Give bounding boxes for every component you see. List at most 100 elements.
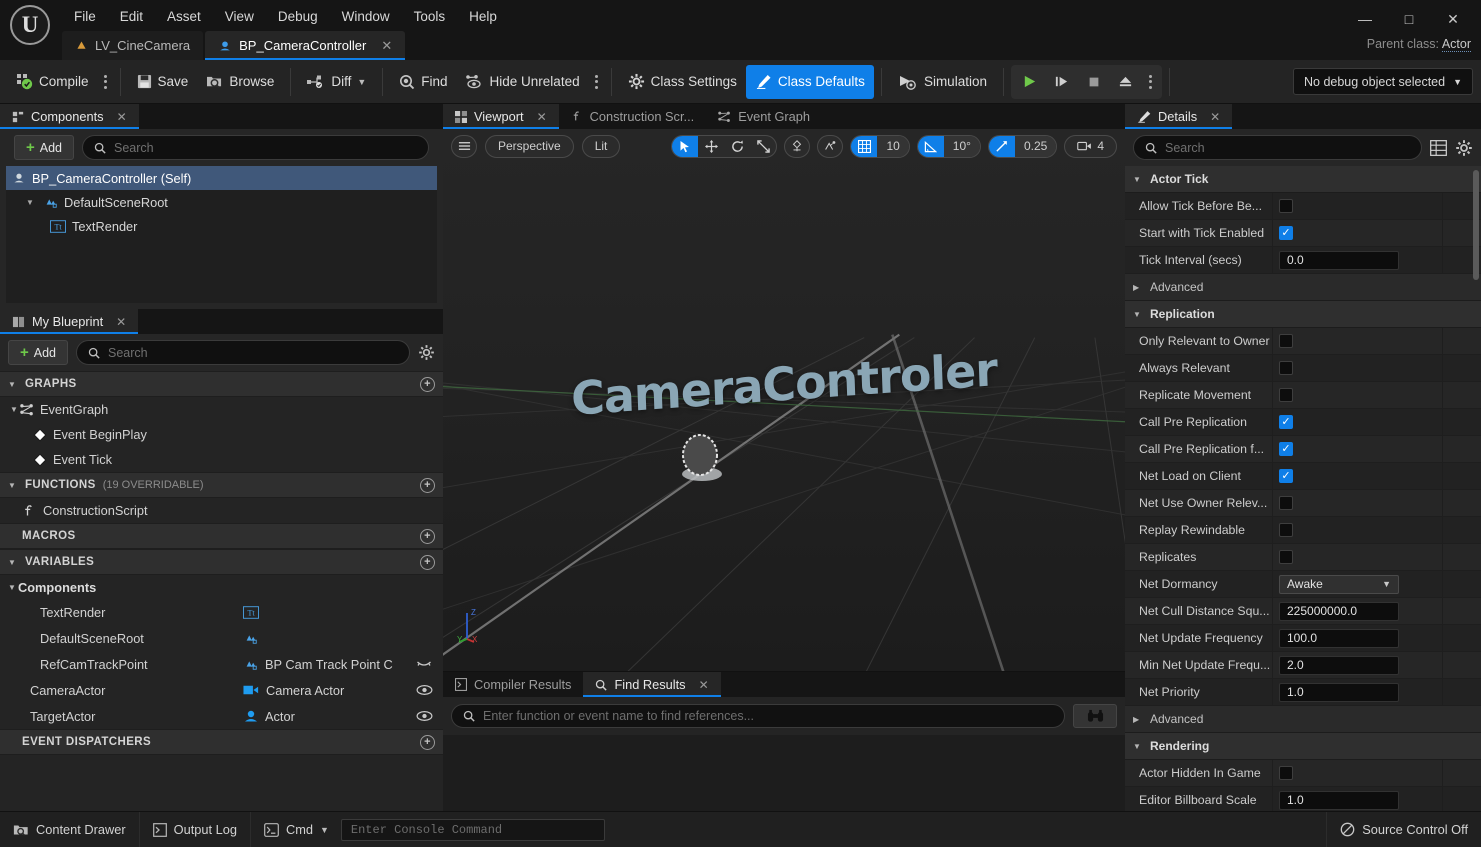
gear-icon[interactable]	[1455, 139, 1473, 157]
close-button[interactable]: ✕	[1431, 4, 1475, 34]
rotate-icon[interactable]	[724, 136, 750, 157]
number-input[interactable]: 2.0	[1279, 655, 1399, 675]
checkbox[interactable]	[1279, 334, 1293, 348]
details-category-rendering[interactable]: ▼ Rendering	[1125, 733, 1481, 760]
console-command-input[interactable]: Enter Console Command	[340, 818, 605, 841]
close-icon[interactable]: ✕	[116, 315, 126, 329]
details-category-replication[interactable]: ▼ Replication	[1125, 301, 1481, 328]
viewport-3d[interactable]: CameraControler Perspective Lit 10 10° 0…	[443, 129, 1125, 671]
maximize-button[interactable]: □	[1387, 4, 1431, 34]
menu-file[interactable]: File	[62, 4, 108, 29]
hide-unrelated-button[interactable]: Hide Unrelated	[457, 65, 589, 99]
play-options-button[interactable]	[1143, 74, 1158, 89]
dropdown[interactable]: Awake ▼	[1279, 574, 1399, 594]
chevron-down-icon[interactable]: ▼	[10, 405, 20, 414]
class-settings-button[interactable]: Class Settings	[619, 65, 746, 99]
number-input[interactable]: 0.0	[1279, 250, 1399, 270]
tab-my-blueprint[interactable]: My Blueprint ✕	[0, 309, 139, 334]
chevron-down-icon[interactable]: ▼	[1133, 175, 1143, 184]
section-macros[interactable]: MACROS +	[0, 523, 443, 549]
scale-icon[interactable]	[750, 136, 776, 157]
details-subcategory-advanced-replication[interactable]: ▶ Advanced	[1125, 706, 1481, 733]
menu-help[interactable]: Help	[457, 4, 509, 29]
tab-compiler-results[interactable]: Compiler Results	[443, 672, 583, 697]
document-tab-bp-cameracontroller[interactable]: BP_CameraController ✕	[205, 31, 406, 60]
variable-row-textrender[interactable]: TextRender Tt	[0, 599, 443, 625]
tree-item-defaultsceneroot[interactable]: ▼ DefaultSceneRoot	[6, 190, 437, 214]
chevron-down-icon[interactable]: ▼	[26, 198, 38, 207]
checkbox[interactable]	[1279, 361, 1293, 375]
list-item-event-beginplay[interactable]: Event BeginPlay	[0, 422, 443, 447]
unreal-engine-logo[interactable]: U	[10, 5, 50, 45]
list-item-eventgraph[interactable]: ▼ EventGraph	[0, 397, 443, 422]
viewport-menu-button[interactable]	[451, 134, 477, 158]
checkbox[interactable]	[1279, 766, 1293, 780]
variable-row-defaultsceneroot[interactable]: DefaultSceneRoot	[0, 625, 443, 651]
find-button[interactable]: Find	[390, 65, 456, 99]
myblueprint-search-input[interactable]: Search	[76, 340, 410, 365]
find-results-input[interactable]: Enter function or event name to find ref…	[451, 704, 1065, 728]
menu-edit[interactable]: Edit	[108, 4, 155, 29]
step-button[interactable]	[1047, 67, 1077, 97]
cmd-button[interactable]: Cmd ▼	[251, 812, 335, 847]
add-macro-button[interactable]: +	[420, 528, 435, 544]
list-item-constructionscript[interactable]: ConstructionScript	[0, 498, 443, 523]
components-search-input[interactable]: Search	[82, 135, 429, 160]
save-button[interactable]: Save	[128, 65, 198, 99]
play-button[interactable]	[1015, 67, 1045, 97]
tab-find-results[interactable]: Find Results ✕	[583, 672, 721, 697]
document-tab-lv-cinecamera[interactable]: LV_CineCamera	[62, 31, 204, 60]
chevron-down-icon[interactable]: ▼	[1133, 742, 1143, 751]
grid-snap-value[interactable]: 10	[877, 135, 909, 157]
find-results-list[interactable]	[443, 735, 1125, 811]
chevron-right-icon[interactable]: ▶	[1133, 715, 1143, 724]
checkbox[interactable]	[1279, 442, 1293, 456]
menu-view[interactable]: View	[213, 4, 266, 29]
find-in-blueprints-button[interactable]	[1073, 704, 1117, 728]
components-add-button[interactable]: + Add	[14, 135, 75, 160]
checkbox[interactable]	[1279, 226, 1293, 240]
checkbox[interactable]	[1279, 523, 1293, 537]
move-icon[interactable]	[698, 136, 724, 157]
section-event-dispatchers[interactable]: EVENT DISPATCHERS +	[0, 729, 443, 755]
close-icon[interactable]: ✕	[537, 110, 547, 124]
number-input[interactable]: 225000000.0	[1279, 601, 1399, 621]
close-icon[interactable]: ✕	[699, 678, 709, 692]
simulation-button[interactable]: Simulation	[889, 65, 996, 99]
scale-snap-value[interactable]: 0.25	[1014, 135, 1057, 157]
chevron-right-icon[interactable]: ▶	[1133, 283, 1143, 292]
add-event-dispatcher-button[interactable]: +	[420, 734, 435, 750]
close-icon[interactable]: ✕	[1210, 110, 1220, 124]
select-icon[interactable]	[672, 135, 699, 157]
grid-view-icon[interactable]	[1430, 139, 1447, 156]
eye-closed-icon[interactable]	[413, 659, 435, 669]
chevron-down-icon[interactable]: ▼	[8, 481, 18, 490]
angle-snap-value[interactable]: 10°	[943, 135, 980, 157]
stop-button[interactable]	[1079, 67, 1109, 97]
tab-components[interactable]: Components ✕	[0, 104, 139, 129]
content-drawer-button[interactable]: Content Drawer	[0, 811, 140, 847]
checkbox[interactable]	[1279, 550, 1293, 564]
checkbox[interactable]	[1279, 496, 1293, 510]
details-scrollbar[interactable]	[1473, 170, 1479, 280]
viewport-camera-mode-button[interactable]: Perspective	[485, 134, 574, 158]
debug-object-dropdown[interactable]: No debug object selected ▼	[1293, 68, 1473, 95]
output-log-button[interactable]: Output Log	[140, 811, 251, 847]
minimize-button[interactable]: —	[1343, 4, 1387, 34]
compile-button[interactable]: Compile	[8, 65, 98, 99]
world-space-icon[interactable]	[784, 134, 811, 158]
angle-snap-icon[interactable]	[917, 135, 944, 157]
eye-open-icon[interactable]	[413, 710, 435, 722]
surface-snap-icon[interactable]	[817, 134, 844, 158]
chevron-down-icon[interactable]: ▼	[1133, 310, 1143, 319]
number-input[interactable]: 100.0	[1279, 628, 1399, 648]
viewport-view-mode-button[interactable]: Lit	[581, 134, 621, 158]
number-input[interactable]: 1.0	[1279, 790, 1399, 810]
checkbox[interactable]	[1279, 388, 1293, 402]
chevron-down-icon[interactable]: ▼	[8, 380, 18, 389]
myblueprint-settings-icon[interactable]	[418, 344, 435, 361]
add-function-button[interactable]: +	[420, 477, 435, 493]
checkbox[interactable]	[1279, 199, 1293, 213]
list-item-event-tick[interactable]: Event Tick	[0, 447, 443, 472]
section-graphs[interactable]: ▼ GRAPHS +	[0, 371, 443, 397]
